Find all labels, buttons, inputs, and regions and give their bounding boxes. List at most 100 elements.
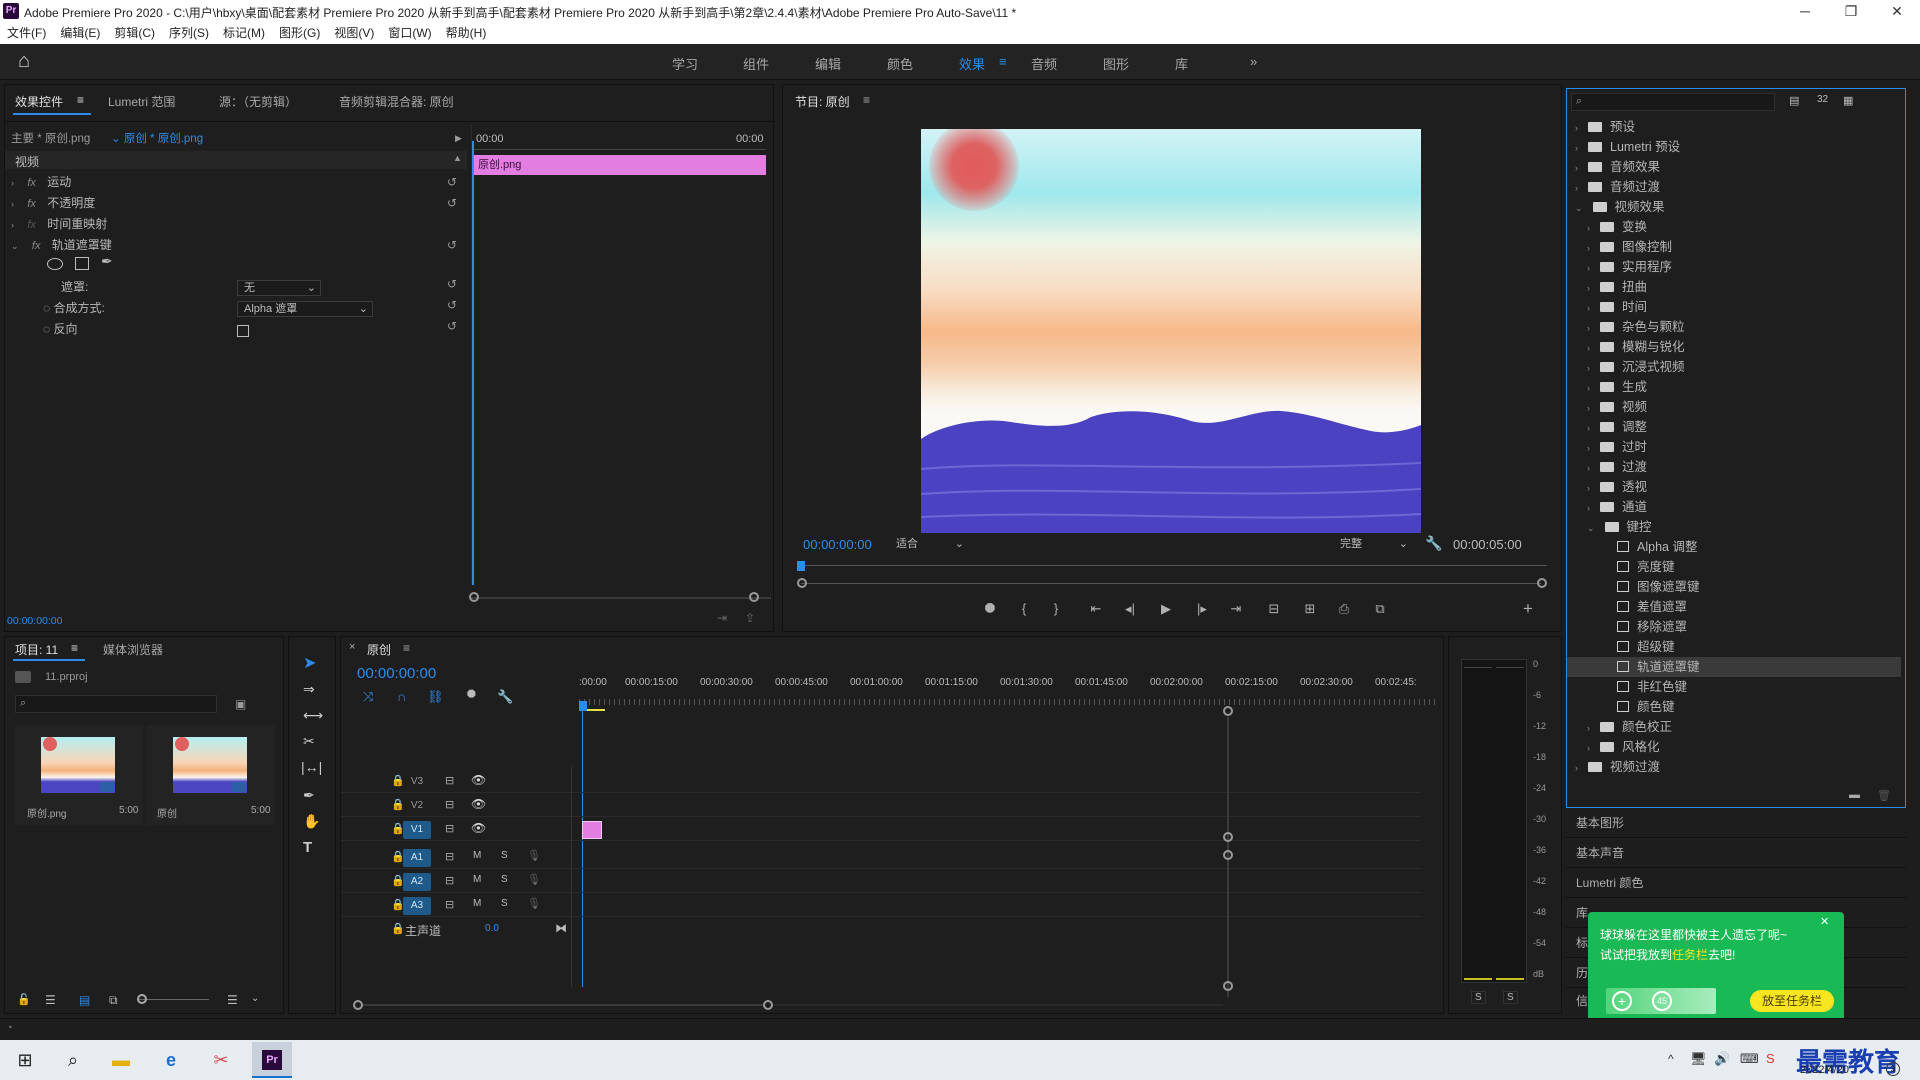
zoom-handle-right[interactable] <box>749 592 759 602</box>
popup-link[interactable]: 任务栏 <box>1672 948 1708 962</box>
eye-icon[interactable]: 👁 <box>471 821 486 835</box>
effects-search-input[interactable]: ⌕ <box>1571 93 1775 111</box>
solo-right-button[interactable]: S <box>1503 991 1518 1004</box>
effects-tree-item[interactable]: › 杂色与颗粒 <box>1567 317 1901 337</box>
notification-badge[interactable]: 3 <box>1886 1062 1900 1076</box>
tab-source[interactable]: 源：（无剪辑） <box>219 93 297 110</box>
sync-lock-icon[interactable]: ⊟ <box>445 774 454 787</box>
expand-icon[interactable]: › <box>1575 763 1578 773</box>
effects-tree-item[interactable]: › 视频过渡 <box>1567 757 1901 777</box>
reverse-checkbox[interactable] <box>237 325 249 337</box>
fx-icon[interactable]: fx <box>27 198 36 210</box>
matte-select[interactable]: 无 ⌄ <box>237 280 321 296</box>
rectangle-mask-icon[interactable] <box>75 257 89 270</box>
menu-sequence[interactable]: 序列(S) <box>162 22 216 44</box>
track-select-tool-icon[interactable]: ⇒ <box>303 681 315 698</box>
expand-icon[interactable]: › <box>1587 283 1590 293</box>
mute-button[interactable]: M <box>473 874 481 885</box>
effects-tree-item[interactable]: ⌄ 视频效果 <box>1567 197 1901 217</box>
zoom-handle-right[interactable] <box>1537 578 1547 588</box>
effects-tree-item[interactable]: › 视频 <box>1567 397 1901 417</box>
effects-tree-item[interactable]: › 实用程序 <box>1567 257 1901 277</box>
delete-icon[interactable]: 🗑 <box>1877 789 1891 802</box>
button-editor-add[interactable]: + <box>1517 599 1539 619</box>
reset-icon[interactable]: ↺ <box>447 172 457 192</box>
microphone-icon[interactable]: 🎙 <box>527 849 541 862</box>
v-scroll-handle-top[interactable] <box>1223 706 1233 716</box>
effects-tree-item[interactable]: › 图像控制 <box>1567 237 1901 257</box>
collapse-icon[interactable]: ⌄ <box>11 241 19 251</box>
program-menu-icon[interactable]: ≡ <box>863 93 870 107</box>
stopwatch-icon[interactable]: ◌ <box>43 322 50 336</box>
play-button[interactable]: ▶ <box>1155 601 1177 617</box>
menu-edit[interactable]: 编辑(E) <box>53 22 107 44</box>
ripple-edit-tool-icon[interactable]: ⟷ <box>303 707 323 724</box>
h-scroll-handle-left[interactable] <box>353 1000 363 1010</box>
effects-tree-item[interactable]: 轨道遮罩键 <box>1567 657 1901 677</box>
project-menu-icon[interactable]: ≡ <box>71 641 78 655</box>
menu-file[interactable]: 文件(F) <box>0 22 53 44</box>
microphone-icon[interactable]: 🎙 <box>527 873 541 886</box>
expand-icon[interactable]: › <box>1587 343 1590 353</box>
program-video-frame[interactable] <box>921 129 1421 533</box>
hand-tool-icon[interactable]: ✋ <box>303 813 320 830</box>
menu-view[interactable]: 视图(V) <box>327 22 381 44</box>
effects-tree-item[interactable]: › 过渡 <box>1567 457 1901 477</box>
composite-select[interactable]: Alpha 遮罩 ⌄ <box>237 301 373 317</box>
tab-lumetri-scopes[interactable]: Lumetri 范围 <box>108 93 175 110</box>
effects-tree-item[interactable]: › 音频过渡 <box>1567 177 1901 197</box>
expand-icon[interactable]: › <box>1587 323 1590 333</box>
clip-selector[interactable]: ⌄ 原创 * 原创.png <box>111 129 203 149</box>
expand-icon[interactable]: › <box>1575 163 1578 173</box>
menu-clip[interactable]: 剪辑(C) <box>107 22 162 44</box>
extract-button[interactable]: ⊞ <box>1299 601 1321 617</box>
effects-tree-item[interactable]: › 沉浸式视频 <box>1567 357 1901 377</box>
effects-tree-item[interactable]: 差值遮罩 <box>1567 597 1901 617</box>
expand-icon[interactable]: › <box>1575 143 1578 153</box>
menu-help[interactable]: 帮助(H) <box>439 22 494 44</box>
expand-icon[interactable]: › <box>1587 503 1590 513</box>
eye-icon[interactable]: 👁 <box>471 773 486 787</box>
effects-tree-item[interactable]: › 模糊与锐化 <box>1567 337 1901 357</box>
lock-icon[interactable]: 🔒 <box>391 922 405 935</box>
sync-lock-icon[interactable]: ⊟ <box>445 798 454 811</box>
menu-marker[interactable]: 标记(M) <box>216 22 272 44</box>
expand-icon[interactable]: › <box>1575 183 1578 193</box>
expand-icon[interactable]: › <box>1587 743 1590 753</box>
expand-icon[interactable]: › <box>1587 483 1590 493</box>
effects-tree-item[interactable]: 移除遮罩 <box>1567 617 1901 637</box>
timeline-menu-icon[interactable]: ≡ <box>403 641 410 655</box>
go-to-in-button[interactable]: ⇤ <box>1085 601 1107 617</box>
mark-out-button[interactable]: } <box>1045 601 1067 616</box>
workspace-graphics[interactable]: 图形 <box>1103 54 1129 73</box>
project-item-1[interactable]: 原创.png 5:00 <box>15 725 143 825</box>
ec-zoom-scrollbar[interactable] <box>471 597 771 599</box>
maximize-button[interactable]: ❐ <box>1828 0 1874 22</box>
zoom-slider[interactable] <box>139 999 209 1000</box>
tab-menu-icon[interactable]: ≡ <box>77 93 84 107</box>
effects-tree-item[interactable]: 非红色键 <box>1567 677 1901 697</box>
fit-select[interactable]: 适合 ⌄ <box>889 536 969 552</box>
new-bin-icon[interactable]: ▣ <box>235 697 246 711</box>
track-target-v2[interactable]: V2 <box>403 797 431 815</box>
lift-button[interactable]: ⊟ <box>1263 601 1285 617</box>
reset-icon[interactable]: ↺ <box>447 298 457 312</box>
reset-icon[interactable]: ↺ <box>447 277 457 291</box>
effect-motion[interactable]: › fx 运动 ↺ <box>11 172 467 192</box>
razor-tool-icon[interactable]: ✂ <box>303 733 315 750</box>
effects-tree-item[interactable]: 颜色键 <box>1567 697 1901 717</box>
snap-icon[interactable]: ∩ <box>397 689 406 704</box>
export-icon[interactable]: ⇪ <box>745 611 755 625</box>
lock-icon[interactable]: 🔓 <box>17 993 31 1006</box>
icon-view-icon[interactable]: ▤ <box>79 993 90 1007</box>
effects-tree-item[interactable]: › 时间 <box>1567 297 1901 317</box>
nest-icon[interactable]: ⤨ <box>363 689 373 705</box>
effects-tree-item[interactable]: › 风格化 <box>1567 737 1901 757</box>
track-target-v3[interactable]: V3 <box>403 773 431 791</box>
effects-tree-item[interactable]: › 预设 <box>1567 117 1901 137</box>
freeform-view-icon[interactable]: ⧉ <box>109 993 118 1008</box>
sogou-input-icon[interactable]: S <box>1766 1051 1775 1066</box>
tab-project[interactable]: 项目: 11 <box>15 641 58 658</box>
mute-button[interactable]: M <box>473 850 481 861</box>
file-explorer-icon[interactable]: ▬ <box>104 1046 138 1074</box>
